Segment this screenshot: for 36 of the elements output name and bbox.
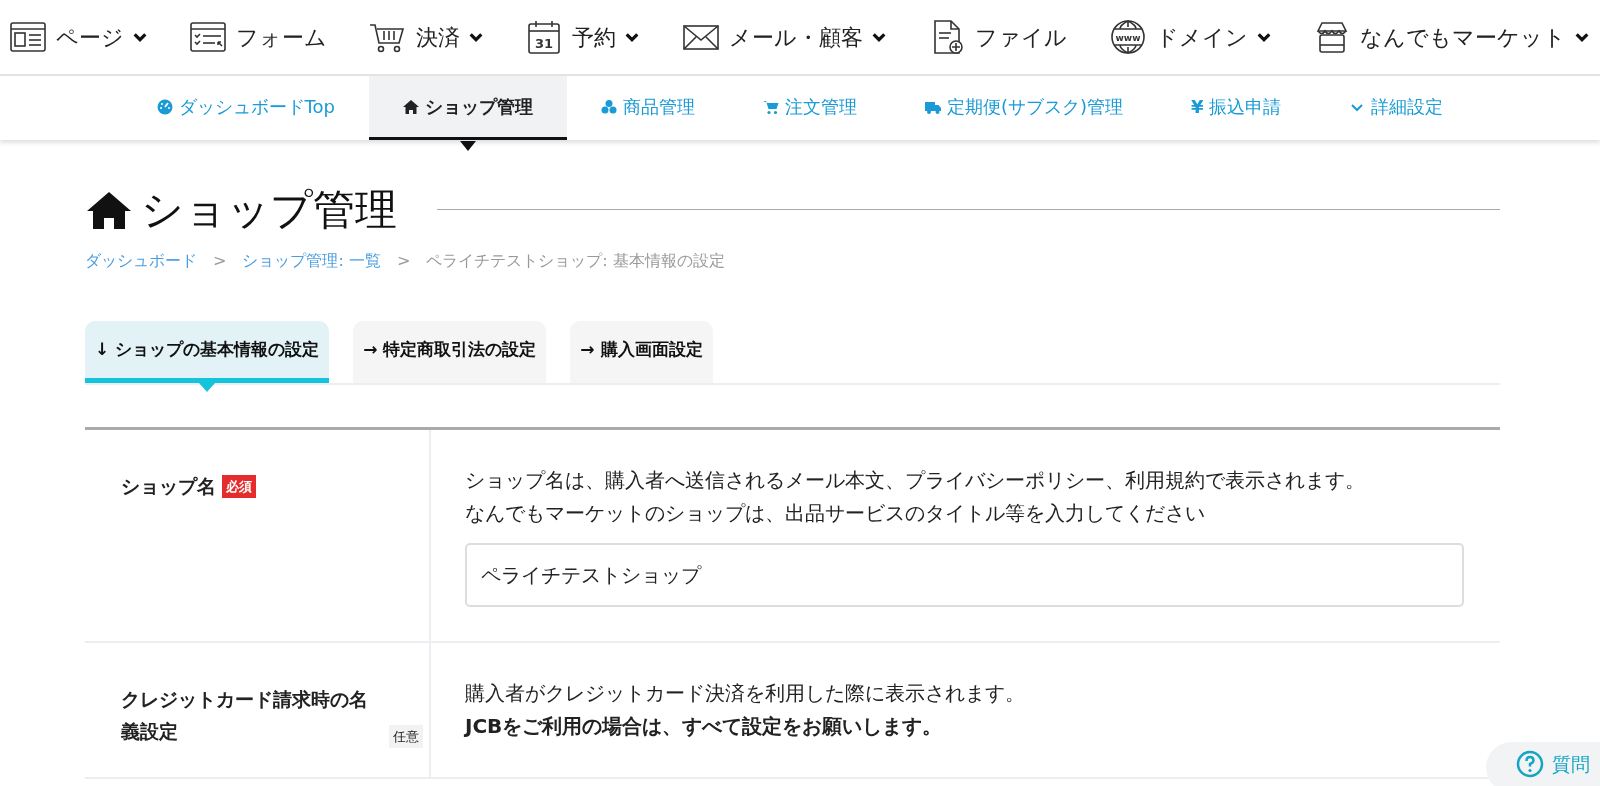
nav-menu-item[interactable]: ページ xyxy=(8,19,148,55)
breadcrumb-separator: > xyxy=(213,250,227,272)
form-window-icon xyxy=(188,19,229,55)
nav-menu-item[interactable]: なんでもマーケット xyxy=(1311,19,1590,55)
field-label: ショップ名 xyxy=(121,475,216,497)
home-icon xyxy=(402,98,419,115)
cart-icon xyxy=(762,98,779,115)
home-icon xyxy=(85,189,133,230)
nav-menu-item[interactable]: 31 予約 xyxy=(524,19,641,55)
yen-icon: ¥ xyxy=(1190,93,1204,120)
breadcrumb-current: ペライチテストショップ: 基本情報の設定 xyxy=(426,250,725,272)
tab[interactable]: → 特定商取引法の設定 xyxy=(353,321,547,383)
field-label: クレジットカード請求時の名義設定 xyxy=(121,687,369,745)
cubes-icon xyxy=(600,98,617,115)
pointer-triangle xyxy=(459,141,476,151)
description-text: なんでもマーケットのショップは、出品サービスのタイトル等を入力してください xyxy=(465,500,1206,527)
required-badge: 必須 xyxy=(222,475,256,499)
description-text: ショップ名は、購入者へ送信されるメール本文、プライバシーポリシー、利用規約で表示されます。 xyxy=(465,467,1366,494)
nav-menu-item[interactable]: フォーム xyxy=(188,19,328,55)
gauge-icon xyxy=(156,98,173,115)
question-circle-icon xyxy=(1516,750,1544,779)
pointer-triangle xyxy=(199,383,216,392)
text-input-field[interactable]: ペライチテストショップ xyxy=(465,543,1464,607)
optional-badge: 任意 xyxy=(389,724,423,748)
nav-menu-item[interactable]: メール・顧客 xyxy=(680,19,887,55)
nav-menu-item[interactable]: www ドメイン xyxy=(1107,19,1272,55)
page-title: ショップ管理 xyxy=(141,184,397,236)
tab[interactable]: → 購入画面設定 xyxy=(570,321,713,383)
tab[interactable]: ↓ ショップの基本情報の設定 xyxy=(85,321,330,383)
nav-menu-item[interactable]: 決済 xyxy=(367,19,484,55)
description-text: 購入者がクレジットカード決済を利用した際に表示されます。 xyxy=(465,680,1026,707)
nav-tab[interactable]: ショップ管理 xyxy=(368,76,567,140)
description-text: JCBをご利用の場合は、すべて設定をお願いします。 xyxy=(465,713,944,740)
browser-window-icon xyxy=(8,19,48,55)
nav-menu-item[interactable]: ファイル xyxy=(927,19,1068,55)
breadcrumb-separator: > xyxy=(396,250,411,272)
